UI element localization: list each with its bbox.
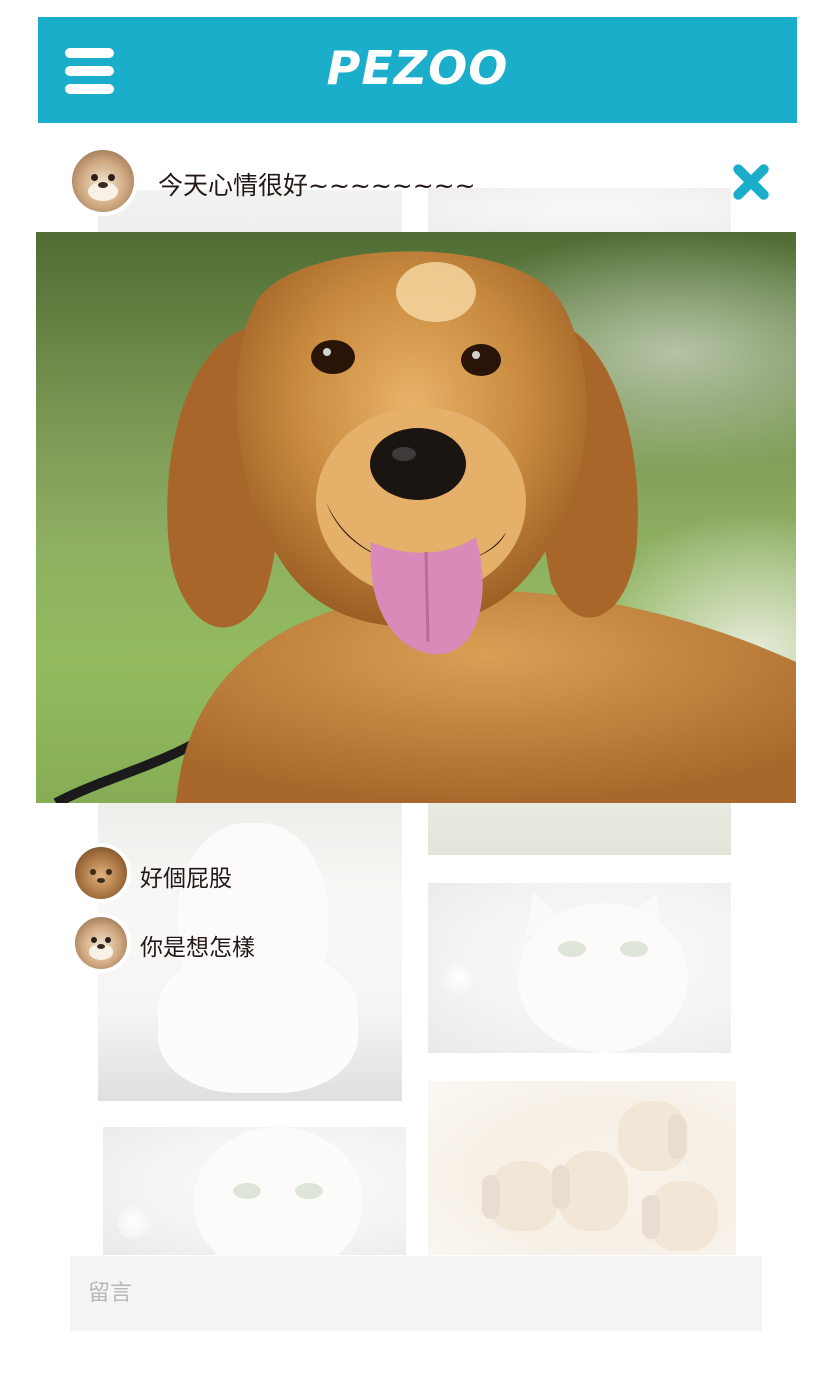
- comment-avatar-bulldog[interactable]: [71, 913, 131, 973]
- gallery-tile-persian-cat[interactable]: [428, 883, 731, 1053]
- author-avatar[interactable]: [68, 146, 138, 216]
- post-caption: 今天心情很好~~~~~~~~: [158, 171, 476, 200]
- comment-avatar-cat[interactable]: [71, 843, 131, 903]
- gallery-tile-dachshund-puppies[interactable]: [428, 1081, 736, 1255]
- brand-logo: PEZOO: [326, 41, 509, 95]
- comment-box: [70, 1256, 762, 1331]
- gallery-tile-persian-cat-2[interactable]: [103, 1127, 406, 1255]
- post-photo[interactable]: [36, 232, 796, 803]
- comment-text: 你是想怎樣: [140, 935, 255, 961]
- close-icon[interactable]: [731, 162, 771, 202]
- comment-text: 好個屁股: [140, 866, 232, 892]
- comment-input[interactable]: [70, 1256, 762, 1331]
- gallery-tile-grass[interactable]: [428, 803, 731, 855]
- app-header: PEZOO: [38, 17, 797, 123]
- golden-retriever-illustration: [53, 251, 796, 803]
